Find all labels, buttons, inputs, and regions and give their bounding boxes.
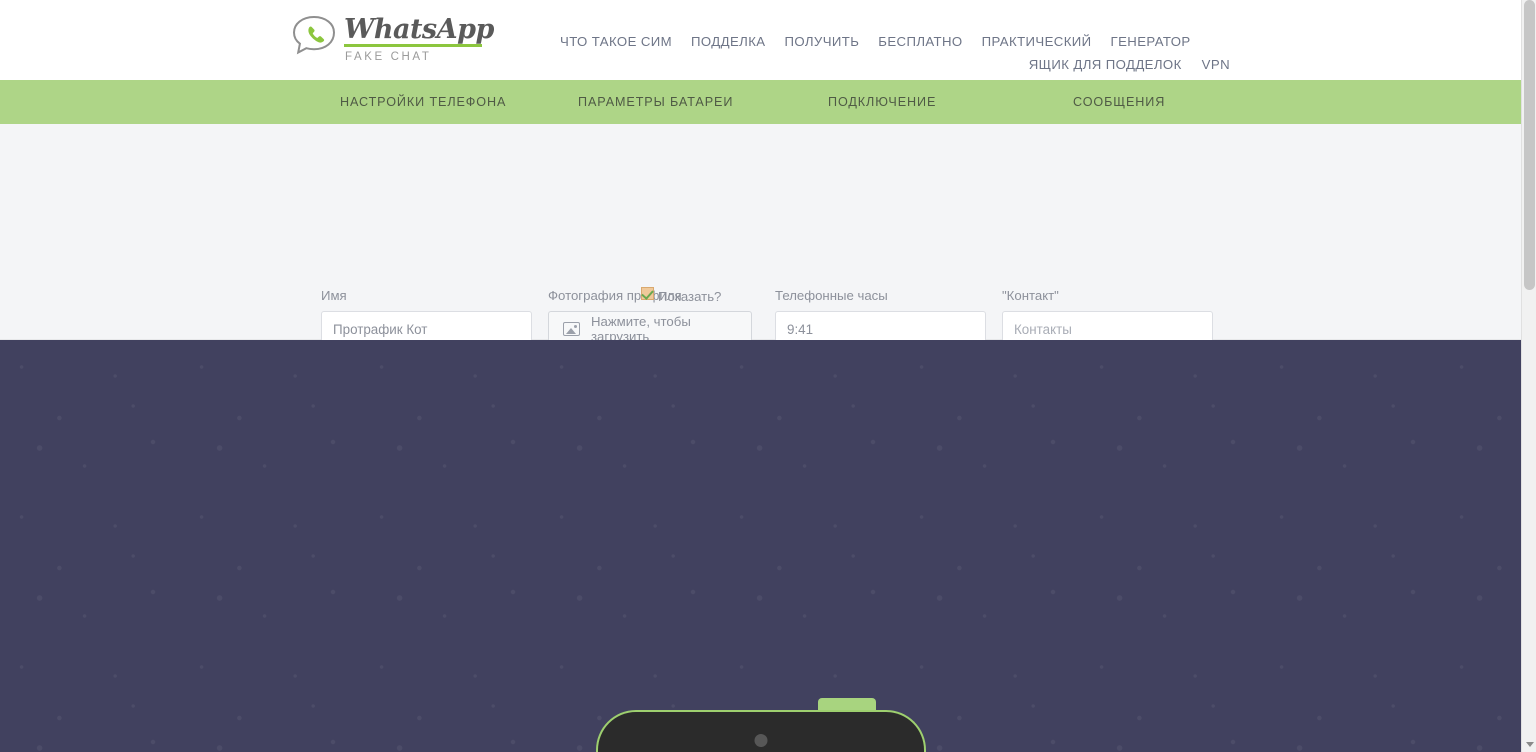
field-contact-label: "Контакт" xyxy=(1002,288,1059,303)
field-contact: "Контакт" xyxy=(1002,288,1213,347)
phone-body xyxy=(596,710,926,752)
nav-link-prakticheskiy[interactable]: ПРАКТИЧЕСКИЙ xyxy=(982,30,1092,53)
show-photo-label-wrap: Показать? xyxy=(658,288,721,306)
section-tabbar: НАСТРОЙКИ ТЕЛЕФОНА ПАРАМЕТРЫ БАТАРЕИ ПОД… xyxy=(0,80,1536,135)
nav-link-generator[interactable]: ГЕНЕРАТОР xyxy=(1111,30,1191,53)
logo-text: WhatsApp FAKE CHAT xyxy=(344,16,494,63)
whatsapp-logo-icon xyxy=(292,14,338,58)
field-phone-clock: Телефонные часы xyxy=(775,288,986,347)
nav-link-poddelka[interactable]: ПОДДЕЛКА xyxy=(691,30,765,53)
phone-mockup: ●●●○○ Yota 9:41 50 % Протрафик Кот онла xyxy=(596,698,926,752)
nav-row-1: ЧТО ТАКОЕ СИМ ПОДДЕЛКА ПОЛУЧИТЬ БЕСПЛАТНО ПР… xyxy=(560,30,1236,53)
scroll-down-arrow-icon[interactable] xyxy=(1526,742,1534,747)
site-logo[interactable]: WhatsApp FAKE CHAT xyxy=(292,14,494,63)
show-photo-checkbox[interactable] xyxy=(641,287,654,300)
tab-connection[interactable]: ПОДКЛЮЧЕНИЕ xyxy=(828,95,936,109)
logo-title: WhatsApp xyxy=(344,14,494,45)
field-phone-clock-label: Телефонные часы xyxy=(775,288,888,303)
nav-link-vpn[interactable]: VPN xyxy=(1202,53,1230,76)
show-photo-label: Показать? xyxy=(658,289,722,304)
nav-link-yashchik-dlya-poddelok[interactable]: ЯЩИК ДЛЯ ПОДДЕЛОК xyxy=(1029,53,1182,76)
phone-preview-hero: ●●●○○ Yota 9:41 50 % Протрафик Кот онла xyxy=(0,340,1536,752)
nav-row-2: ЯЩИК ДЛЯ ПОДДЕЛОК VPN xyxy=(560,53,1236,76)
main-navigation: ЧТО ТАКОЕ СИМ ПОДДЕЛКА ПОЛУЧИТЬ БЕСПЛАТНО ПР… xyxy=(560,30,1236,76)
logo-tagline: FAKE CHAT xyxy=(345,51,432,63)
field-name: Имя xyxy=(321,288,532,347)
image-icon xyxy=(563,322,580,336)
settings-form: Имя Фотография профиля Нажмите, чтобы за… xyxy=(0,124,1536,420)
hero-doodle-pattern xyxy=(0,340,1536,752)
site-header: WhatsApp FAKE CHAT ЧТО ТАКОЕ СИМ ПОДДЕЛКА… xyxy=(0,0,1536,80)
nav-link-besplatno[interactable]: БЕСПЛАТНО xyxy=(878,30,962,53)
tab-battery-settings[interactable]: ПАРАМЕТРЫ БАТАРЕИ xyxy=(578,95,733,109)
nav-link-poluchit[interactable]: ПОЛУЧИТЬ xyxy=(784,30,859,53)
front-camera-icon xyxy=(754,734,768,747)
nav-link-chto-takoe-sim[interactable]: ЧТО ТАКОЕ СИМ xyxy=(560,30,672,53)
tab-phone-settings[interactable]: НАСТРОЙКИ ТЕЛЕФОНА xyxy=(340,95,506,109)
scrollbar-thumb[interactable] xyxy=(1524,0,1535,290)
page-scrollbar[interactable] xyxy=(1521,0,1536,752)
tab-messages[interactable]: СООБЩЕНИЯ xyxy=(1073,95,1165,109)
field-name-label: Имя xyxy=(321,288,347,303)
